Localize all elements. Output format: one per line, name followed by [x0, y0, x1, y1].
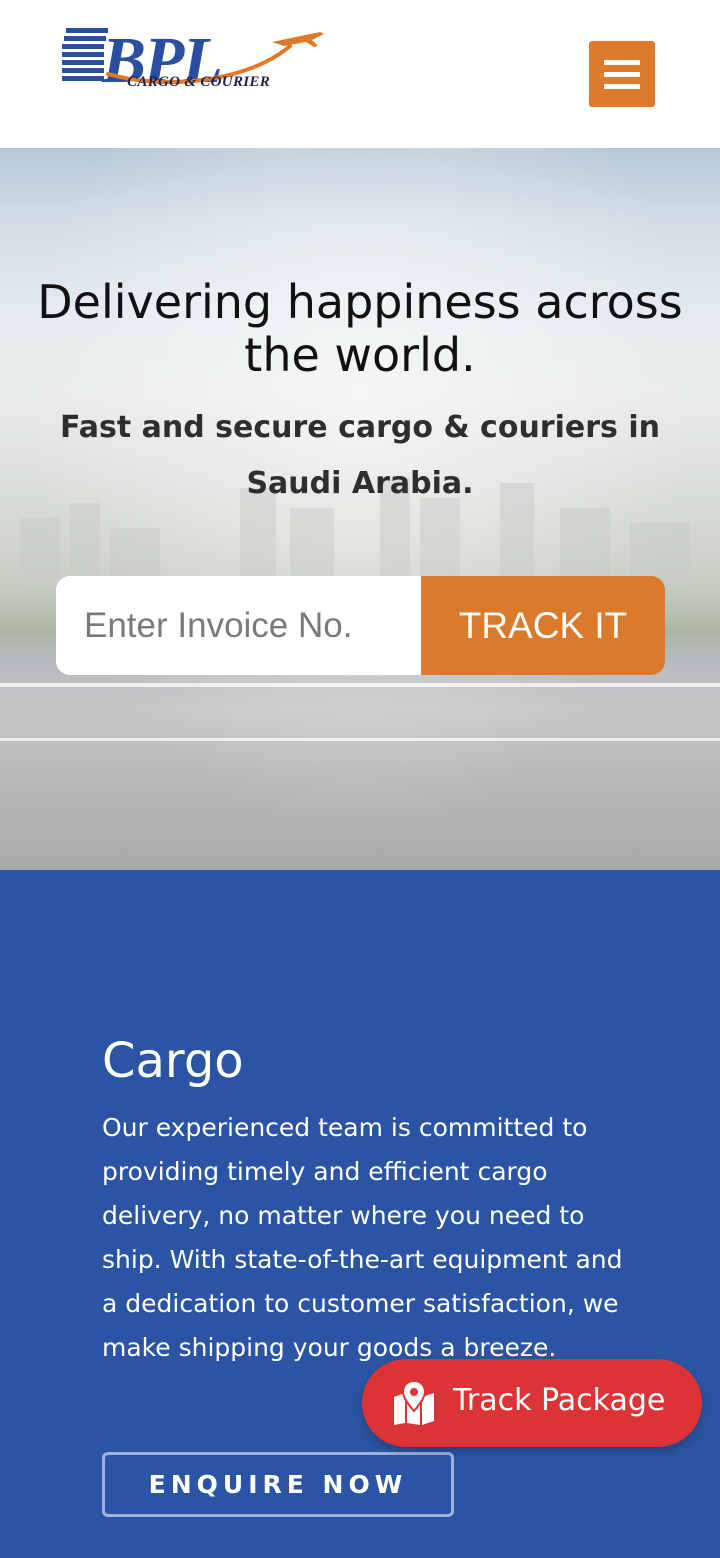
cargo-section: Cargo Our experienced team is committed …: [0, 870, 720, 1558]
invoice-tracking-form: TRACK IT: [56, 576, 665, 675]
hamburger-menu-icon-bar: [604, 71, 640, 77]
hero-section: Delivering happiness across the world. F…: [0, 148, 720, 870]
map-marker-icon: [394, 1381, 434, 1425]
invoice-number-input[interactable]: [56, 576, 421, 675]
road-line: [0, 683, 720, 687]
site-header: BPL CARGO & COURIER: [0, 0, 720, 148]
road-line: [0, 738, 720, 741]
hamburger-menu-icon-bar: [604, 83, 640, 89]
hamburger-menu-button[interactable]: [589, 41, 655, 107]
track-it-button[interactable]: TRACK IT: [421, 576, 665, 675]
hero-title: Delivering happiness across the world.: [37, 275, 683, 382]
hamburger-menu-icon-bar: [604, 59, 640, 65]
enquire-now-button[interactable]: ENQUIRE NOW: [102, 1452, 454, 1517]
logo-subtitle: CARGO & COURIER: [127, 74, 270, 90]
track-package-floating-button[interactable]: Track Package: [362, 1359, 702, 1447]
cargo-heading: Cargo: [102, 1033, 244, 1089]
track-package-label: Track Package: [453, 1383, 666, 1418]
cargo-description: Our experienced team is committed to pro…: [102, 1113, 623, 1362]
hero-subtitle: Fast and secure cargo & couriers in Saud…: [60, 410, 660, 501]
brand-logo[interactable]: BPL: [62, 24, 327, 119]
